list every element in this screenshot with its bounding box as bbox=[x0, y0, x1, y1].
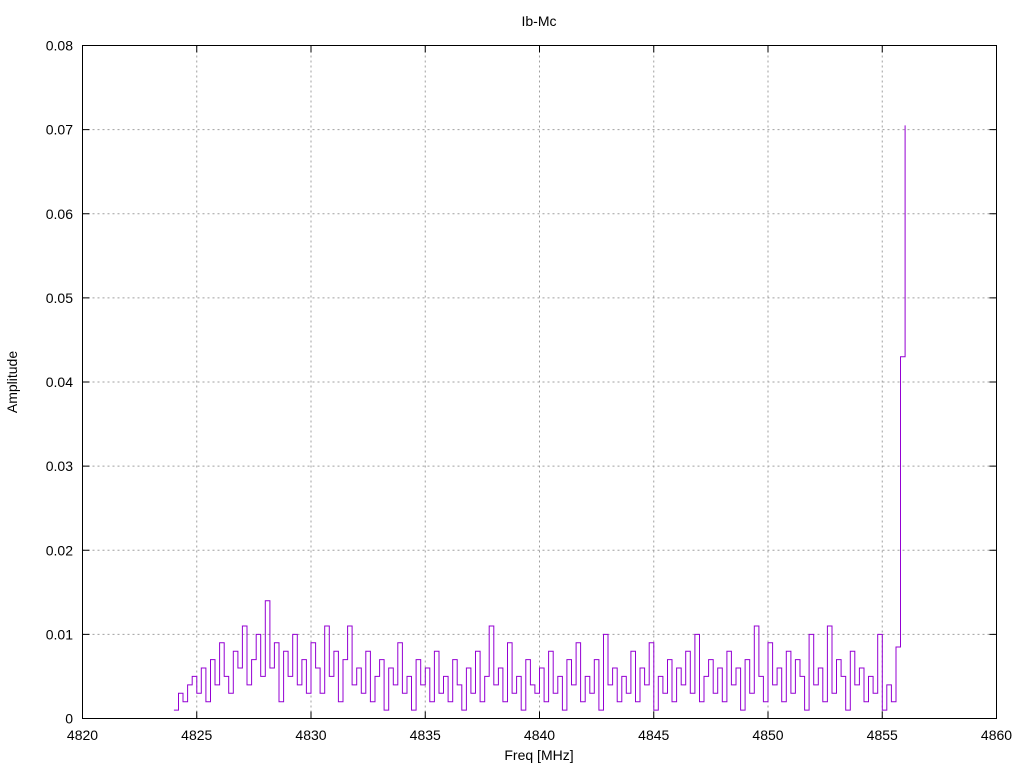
y-tick-label: 0.06 bbox=[46, 206, 73, 222]
y-tick-label: 0.07 bbox=[46, 122, 73, 138]
grid-lines bbox=[82, 45, 997, 719]
y-tick-label: 0.02 bbox=[46, 542, 73, 558]
x-axis-label: Freq [MHz] bbox=[504, 747, 573, 763]
y-tick-label: 0.08 bbox=[46, 38, 73, 54]
x-tick-labels: 4820 4825 4830 4835 4840 4845 4850 4855 4860 bbox=[67, 727, 1012, 743]
x-tick-label: 4820 bbox=[67, 727, 98, 743]
x-tick-label: 4835 bbox=[410, 727, 441, 743]
y-tick-label: 0.05 bbox=[46, 290, 73, 306]
x-tick-label: 4855 bbox=[867, 727, 898, 743]
y-tick-label: 0.04 bbox=[46, 374, 73, 390]
x-tick-label: 4830 bbox=[295, 727, 326, 743]
x-tick-label: 4860 bbox=[981, 727, 1012, 743]
chart: 4820 4825 4830 4835 4840 4845 4850 4855 4860 0 0.… bbox=[4, 13, 1012, 763]
chart-title: Ib-Mc bbox=[522, 13, 557, 29]
x-tick-label: 4840 bbox=[524, 727, 555, 743]
x-tick-label: 4850 bbox=[752, 727, 783, 743]
y-tick-label: 0.01 bbox=[46, 626, 73, 642]
y-tick-label: 0.03 bbox=[46, 458, 73, 474]
x-tick-label: 4845 bbox=[638, 727, 669, 743]
x-tick-label: 4825 bbox=[181, 727, 212, 743]
y-tick-label: 0 bbox=[65, 711, 73, 727]
y-tick-labels: 0 0.01 0.02 0.03 0.04 0.05 0.06 0.07 0.08 bbox=[46, 38, 73, 727]
y-axis-label: Amplitude bbox=[4, 351, 20, 413]
